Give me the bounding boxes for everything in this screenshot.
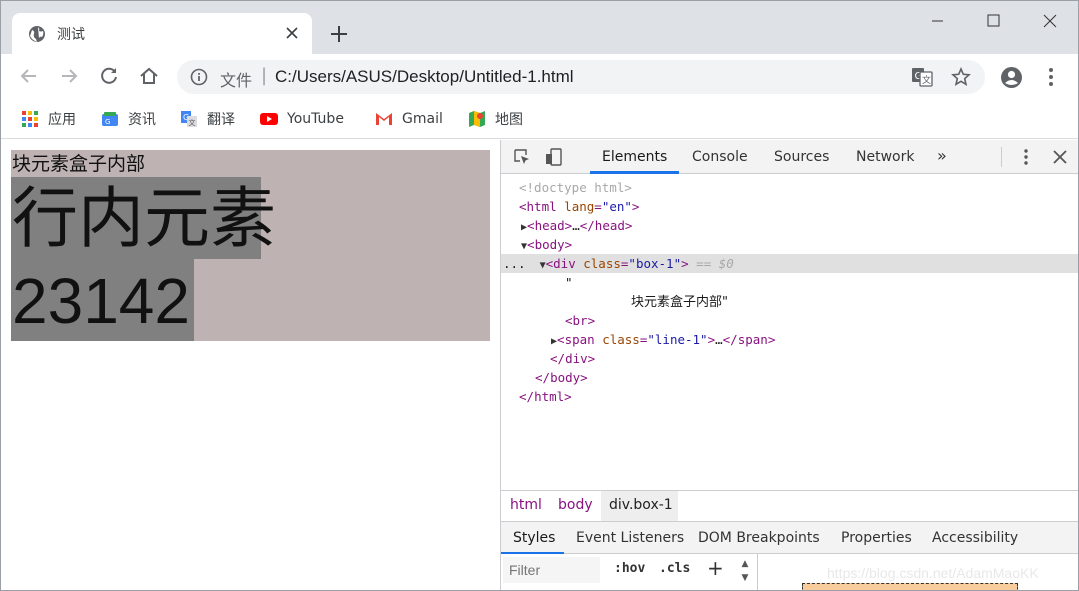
back-arrow-icon[interactable] <box>17 64 41 88</box>
tab-event-listeners[interactable]: Event Listeners <box>576 530 684 546</box>
svg-text:文: 文 <box>922 74 931 86</box>
devtools-menu-icon[interactable] <box>1018 148 1034 166</box>
url-scheme-label: 文件 <box>220 71 253 90</box>
tab-elements[interactable]: Elements <box>602 149 667 165</box>
inline-element-text: 行内元素 <box>12 180 276 257</box>
bookmark-news[interactable]: G 资讯 <box>101 108 156 130</box>
dom-line-span[interactable]: ▶<span class="line-1">…</span> <box>501 330 1078 349</box>
dom-line-body[interactable]: ▼<body> <box>501 235 1078 254</box>
browser-window: 测试 文件 | C:/Users/ASUS/Desktop/Untitled-1… <box>0 0 1079 591</box>
inline-element-number: 23142 <box>12 265 190 337</box>
close-icon[interactable] <box>283 24 301 42</box>
scroll-arrows[interactable]: ▲ ▼ <box>739 557 751 587</box>
kebab-menu-icon[interactable] <box>1041 66 1061 88</box>
profile-avatar-icon[interactable] <box>1000 66 1023 89</box>
gmail-icon <box>376 113 392 125</box>
box-model-margin <box>802 583 1018 590</box>
bookmark-gmail[interactable]: Gmail <box>375 108 443 130</box>
dom-line-text-open[interactable]: " <box>501 273 1078 292</box>
breadcrumb: html body div.box-1 <box>501 490 1078 521</box>
apps-grid-icon <box>22 111 38 127</box>
info-icon[interactable] <box>190 68 208 86</box>
minimize-icon[interactable] <box>912 7 962 35</box>
news-icon: G <box>102 112 118 126</box>
tab-properties[interactable]: Properties <box>841 530 912 546</box>
browser-tab[interactable]: 测试 <box>12 13 312 54</box>
tab-dom-breakpoints[interactable]: DOM Breakpoints <box>698 530 820 546</box>
window-close-icon[interactable] <box>1024 7 1074 35</box>
add-rule-button[interactable]: + <box>707 556 724 580</box>
tab-strip: 测试 <box>1 1 1078 54</box>
translate-icon: G 文 <box>181 111 197 127</box>
breadcrumb-body[interactable]: body <box>558 497 593 513</box>
tab-sources[interactable]: Sources <box>774 149 829 165</box>
devtools-close-icon[interactable] <box>1051 148 1069 166</box>
bookmark-label: 资讯 <box>128 112 156 128</box>
devtools-tab-bar: Elements Console Sources Network » <box>501 140 1078 174</box>
dom-line-br[interactable]: <br> <box>501 311 1078 330</box>
device-toolbar-icon[interactable] <box>545 148 563 166</box>
forward-arrow-icon[interactable] <box>57 64 81 88</box>
dom-tree: <!doctype html> <html lang="en"> ▶<head>… <box>501 174 1078 490</box>
dom-line-body-close[interactable]: </body> <box>501 368 1078 387</box>
bookmark-youtube[interactable]: YouTube <box>260 108 344 130</box>
tab-styles[interactable]: Styles <box>513 530 555 546</box>
svg-text:G: G <box>105 118 110 126</box>
dom-line-head[interactable]: ▶<head>…</head> <box>501 216 1078 235</box>
bookmark-label: 翻译 <box>207 112 235 128</box>
block-box: 块元素盒子内部 行内元素 23142 <box>11 150 490 341</box>
bookmark-star-icon[interactable] <box>951 67 971 87</box>
tab-network[interactable]: Network <box>856 149 914 165</box>
breadcrumb-html[interactable]: html <box>510 497 542 513</box>
tab-accessibility[interactable]: Accessibility <box>932 530 1018 546</box>
bookmark-label: 地图 <box>495 112 523 128</box>
toolbar: 文件 | C:/Users/ASUS/Desktop/Untitled-1.ht… <box>1 54 1078 99</box>
dom-line-html-close[interactable]: </html> <box>501 387 1078 406</box>
breadcrumb-div[interactable]: div.box-1 <box>609 497 673 513</box>
url-text[interactable]: C:/Users/ASUS/Desktop/Untitled-1.html <box>275 67 574 87</box>
maps-icon <box>469 111 485 127</box>
bookmark-maps[interactable]: 地图 <box>468 108 523 130</box>
youtube-icon <box>260 113 278 125</box>
dom-line-text-node[interactable]: 块元素盒子内部" <box>501 292 1078 311</box>
globe-icon <box>29 26 45 42</box>
devtools-panel: Elements Console Sources Network » <!doc… <box>500 140 1078 590</box>
styles-filter-bar: :hov .cls + ▲▼ https://blog.csdn.net/Ada… <box>501 554 1078 590</box>
translate-icon[interactable]: G 文 <box>911 67 933 87</box>
more-tabs-chevron-icon[interactable]: » <box>937 146 947 165</box>
url-separator: | <box>261 65 268 86</box>
dom-line-div-selected[interactable]: ... ▼<div class="box-1"> == $0 <box>501 254 1078 273</box>
maximize-icon[interactable] <box>968 7 1018 35</box>
dom-line-div-close[interactable]: </div> <box>501 349 1078 368</box>
new-tab-plus-icon[interactable] <box>328 23 350 45</box>
dom-line-doctype[interactable]: <!doctype html> <box>501 178 1078 197</box>
bookmark-label: YouTube <box>287 111 344 127</box>
address-bar[interactable]: 文件 | C:/Users/ASUS/Desktop/Untitled-1.ht… <box>177 60 985 94</box>
doctype-text: <!doctype html> <box>519 180 632 195</box>
styles-filter-input[interactable] <box>503 557 600 583</box>
block-box-text: 块元素盒子内部 <box>12 153 146 175</box>
reload-icon[interactable] <box>97 64 121 88</box>
bookmark-translate[interactable]: G 文 翻译 <box>180 108 235 130</box>
watermark-text: https://blog.csdn.net/AdamMaoKK <box>827 565 1039 581</box>
tab-console[interactable]: Console <box>692 149 748 165</box>
svg-text:文: 文 <box>189 118 196 127</box>
home-icon[interactable] <box>137 64 161 88</box>
dom-line-html[interactable]: <html lang="en"> <box>501 197 1078 216</box>
styles-tab-bar: Styles Event Listeners DOM Breakpoints P… <box>501 521 1078 555</box>
inspect-element-icon[interactable] <box>513 148 531 166</box>
toolbar-divider <box>1001 147 1002 167</box>
class-toggle[interactable]: .cls <box>659 561 690 576</box>
bookmarks-bar: 应用 G 资讯 G 文 翻译 YouTube Gmail 地图 <box>1 99 1078 139</box>
bookmark-label: 应用 <box>48 112 76 128</box>
page-viewport: 块元素盒子内部 行内元素 23142 <box>1 140 500 590</box>
bookmark-label: Gmail <box>402 111 443 127</box>
bookmark-apps[interactable]: 应用 <box>21 108 76 130</box>
tab-title: 测试 <box>57 27 85 43</box>
hover-state-toggle[interactable]: :hov <box>614 561 645 576</box>
